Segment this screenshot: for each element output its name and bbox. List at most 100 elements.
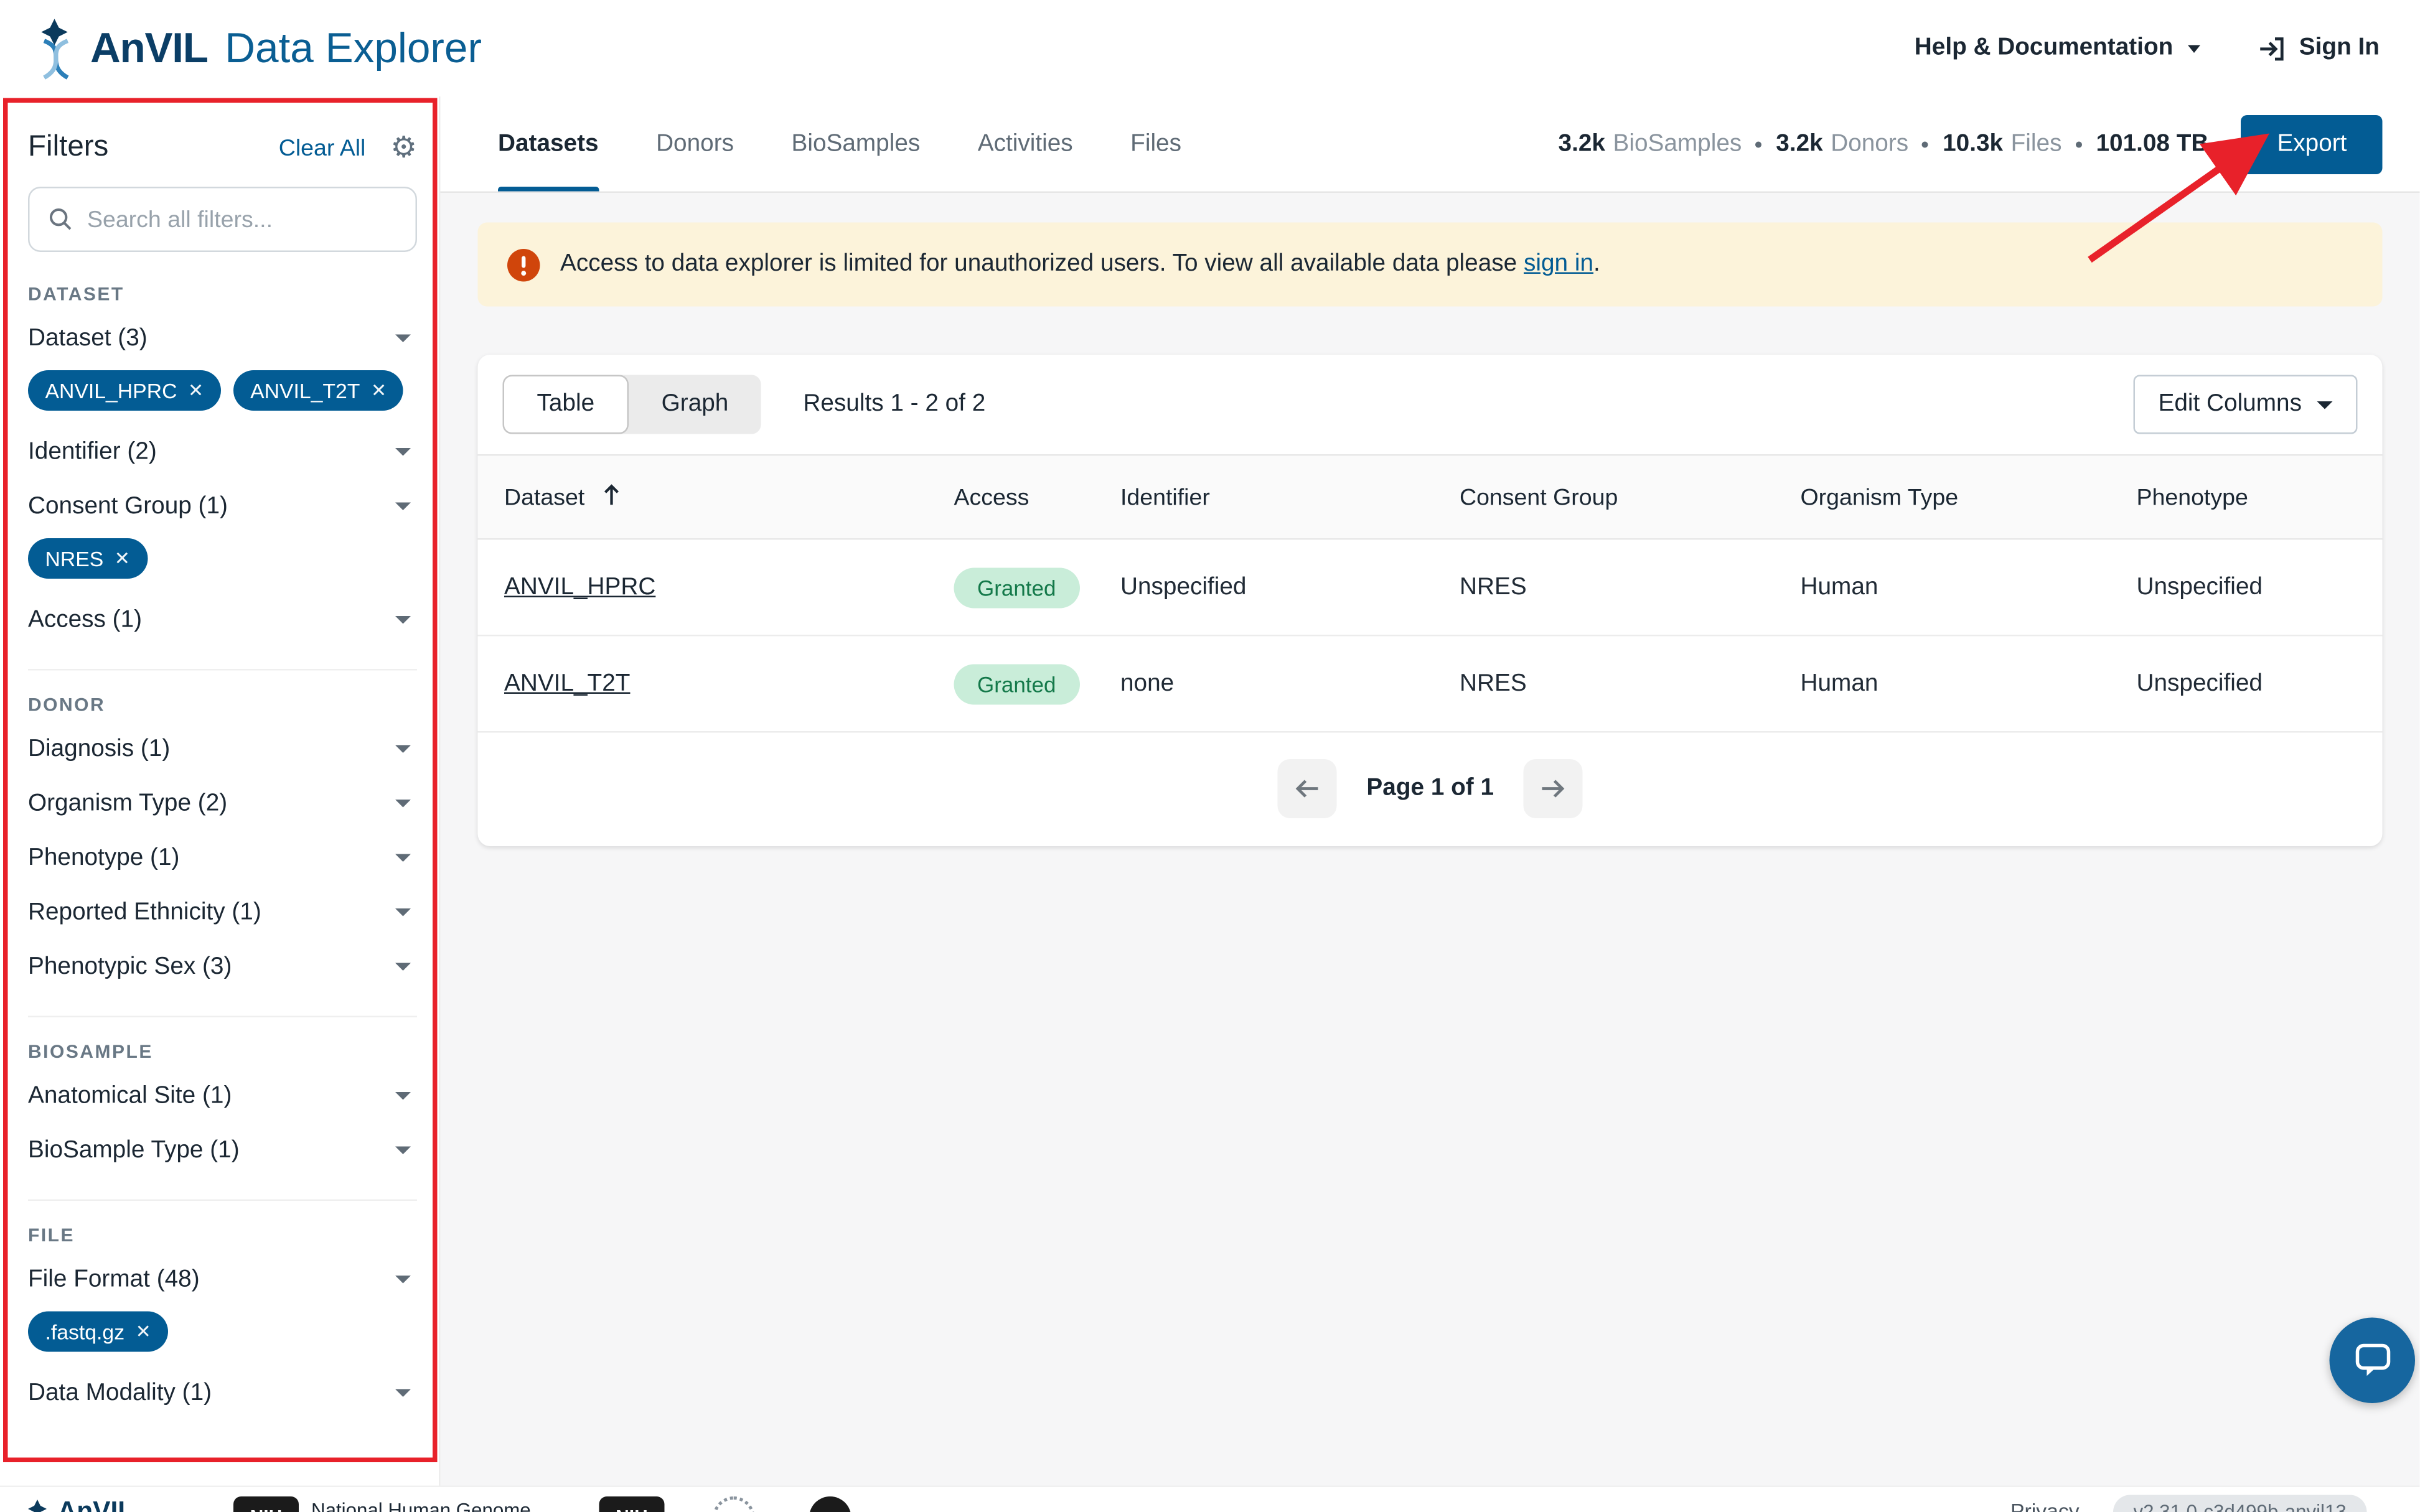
app: AnVIL Data Explorer Help & Documentation… xyxy=(0,0,2420,1512)
sign-in-button[interactable]: Sign In xyxy=(2256,34,2380,63)
chevron-down-icon xyxy=(395,1276,411,1284)
tab-files[interactable]: Files xyxy=(1130,96,1181,192)
footer-anvil-logo[interactable]: AnVIL xyxy=(25,1496,134,1512)
filter-item[interactable]: Phenotypic Sex (3) xyxy=(28,940,417,994)
tab-label: Activities xyxy=(978,130,1073,158)
filter-chip-label: ANVIL_T2T xyxy=(250,379,360,403)
brand[interactable]: AnVIL Data Explorer xyxy=(28,17,482,80)
export-button[interactable]: Export xyxy=(2241,114,2383,174)
filter-item-label: Access (1) xyxy=(28,606,142,634)
filter-item[interactable]: Diagnosis (1) xyxy=(28,722,417,777)
filter-search-box[interactable] xyxy=(28,187,417,252)
page-label: Page 1 of 1 xyxy=(1366,775,1494,803)
remove-filter-icon[interactable]: ✕ xyxy=(136,1321,151,1343)
brand-product: Data Explorer xyxy=(225,24,482,73)
filter-item[interactable]: Anatomical Site (1) xyxy=(28,1069,417,1124)
filter-item[interactable]: Access (1) xyxy=(28,593,417,648)
column-header[interactable]: Dataset xyxy=(478,455,954,539)
help-documentation-menu[interactable]: Help & Documentation xyxy=(1915,34,2200,62)
banner-text-prefix: Access to data explorer is limited for u… xyxy=(560,251,1517,278)
cell-phenotype: Unspecified xyxy=(2137,635,2383,732)
cell-identifier: Unspecified xyxy=(1120,539,1460,635)
filters-sidebar: Filters Clear All ⚙ DATASETDataset (3)AN… xyxy=(0,96,441,1486)
seal-logo xyxy=(713,1496,755,1512)
stat-value: 3.2k xyxy=(1559,130,1605,158)
chevron-down-icon xyxy=(395,963,411,971)
remove-filter-icon[interactable]: ✕ xyxy=(371,380,387,401)
filter-item[interactable]: Dataset (3) xyxy=(28,311,417,366)
content-area: Access to data explorer is limited for u… xyxy=(441,193,2420,846)
filter-item[interactable]: Data Modality (1) xyxy=(28,1366,417,1421)
sort-ascending-icon[interactable] xyxy=(602,483,621,507)
filter-item-label: Reported Ethnicity (1) xyxy=(28,898,261,926)
table-header-row: Dataset AccessIdentifierConsent GroupOrg… xyxy=(478,455,2383,539)
stat-label: Donors xyxy=(1831,130,1908,158)
nih-logo[interactable]: NIH xyxy=(233,1496,299,1512)
filter-chip[interactable]: ANVIL_HPRC ✕ xyxy=(28,370,221,411)
filter-item[interactable]: Identifier (2) xyxy=(28,425,417,480)
search-input[interactable] xyxy=(87,206,397,233)
remove-filter-icon[interactable]: ✕ xyxy=(115,548,130,569)
dataset-link[interactable]: ANVIL_HPRC xyxy=(504,573,655,600)
dataset-link[interactable]: ANVIL_T2T xyxy=(504,670,630,696)
nih-logo[interactable]: NIH xyxy=(599,1496,665,1512)
filter-chip[interactable]: ANVIL_T2T ✕ xyxy=(233,370,404,411)
usa-gov-logo[interactable]: usa xyxy=(809,1496,851,1512)
previous-page-button[interactable] xyxy=(1278,759,1337,818)
access-granted-badge: Granted xyxy=(954,567,1079,607)
chevron-down-icon xyxy=(395,1147,411,1155)
cell-organism_type: Human xyxy=(1801,539,2137,635)
filter-item[interactable]: BioSample Type (1) xyxy=(28,1123,417,1178)
filter-chip-label: .fastq.gz xyxy=(45,1320,125,1343)
version-badge: v2.31.0-c3d499b-anvil13 xyxy=(2113,1495,2366,1512)
cell-value: NRES xyxy=(1460,670,1527,696)
main-area: DatasetsDonorsBioSamplesActivitiesFiles … xyxy=(441,96,2420,1512)
column-header: Identifier xyxy=(1120,455,1460,539)
brand-name: AnVIL xyxy=(90,24,208,73)
edit-columns-button[interactable]: Edit Columns xyxy=(2134,375,2358,434)
cell-consent_group: NRES xyxy=(1460,539,1801,635)
column-header-label: Phenotype xyxy=(2137,484,2248,511)
filter-group: BIOSAMPLEAnatomical Site (1)BioSample Ty… xyxy=(28,1016,417,1178)
filter-chip[interactable]: .fastq.gz ✕ xyxy=(28,1312,168,1352)
privacy-link[interactable]: Privacy xyxy=(2010,1500,2080,1512)
filter-item-label: Diagnosis (1) xyxy=(28,735,170,763)
graph-view-button[interactable]: Graph xyxy=(629,375,761,434)
filter-group-label: DATASET xyxy=(28,283,417,305)
filters-header: Filters Clear All ⚙ xyxy=(28,118,417,177)
cell-dataset: ANVIL_HPRC xyxy=(478,539,954,635)
chevron-down-icon xyxy=(395,908,411,917)
filter-item-label: BioSample Type (1) xyxy=(28,1136,240,1164)
filter-item[interactable]: Reported Ethnicity (1) xyxy=(28,885,417,940)
column-header-label: Identifier xyxy=(1120,484,1210,511)
tab-donors[interactable]: Donors xyxy=(656,96,734,192)
gear-icon[interactable]: ⚙ xyxy=(390,133,417,163)
tab-biosamples[interactable]: BioSamples xyxy=(791,96,920,192)
next-page-button[interactable] xyxy=(1524,759,1583,818)
tab-label: Donors xyxy=(656,130,734,158)
cell-phenotype: Unspecified xyxy=(2137,539,2383,635)
tab-label: Datasets xyxy=(498,130,599,158)
filter-item[interactable]: Organism Type (2) xyxy=(28,777,417,831)
remove-filter-icon[interactable]: ✕ xyxy=(188,380,204,401)
filter-chip-label: ANVIL_HPRC xyxy=(45,379,177,403)
chat-button[interactable] xyxy=(2330,1318,2416,1404)
chevron-down-icon xyxy=(395,854,411,862)
filter-group: FILEFile Format (48).fastq.gz✕Data Modal… xyxy=(28,1200,417,1421)
filter-item[interactable]: Phenotype (1) xyxy=(28,831,417,885)
table-row: ANVIL_T2TGrantednoneNRESHumanUnspecified xyxy=(478,635,2383,732)
tab-activities[interactable]: Activities xyxy=(978,96,1073,192)
table-view-button[interactable]: Table xyxy=(503,375,629,434)
chevron-down-icon xyxy=(395,335,411,343)
filter-chip[interactable]: NRES✕ xyxy=(28,538,147,579)
filter-item[interactable]: Consent Group (1) xyxy=(28,479,417,534)
tab-label: BioSamples xyxy=(791,130,920,158)
summary-stat: 10.3kFiles xyxy=(1943,130,2061,158)
results-count: Results 1 - 2 of 2 xyxy=(803,391,985,419)
chevron-down-icon xyxy=(395,800,411,808)
sign-in-link[interactable]: sign in xyxy=(1524,251,1593,278)
access-granted-badge: Granted xyxy=(954,663,1079,704)
tab-datasets[interactable]: Datasets xyxy=(498,96,599,192)
clear-all-button[interactable]: Clear All xyxy=(279,134,366,161)
filter-item[interactable]: File Format (48) xyxy=(28,1253,417,1307)
